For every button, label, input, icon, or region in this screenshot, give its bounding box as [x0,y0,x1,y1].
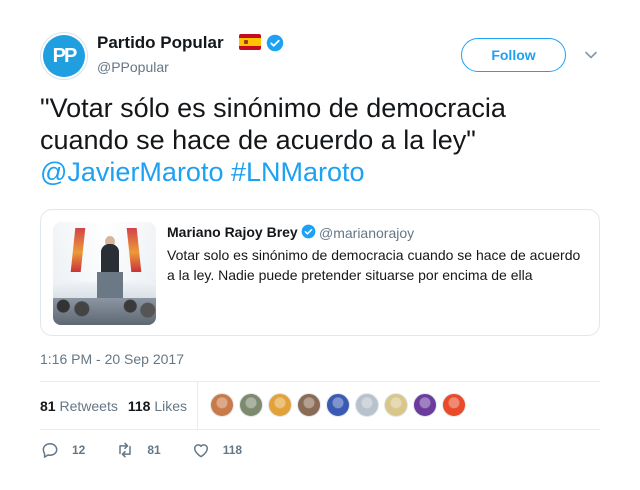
tweet-line: cuando se hace de acuerdo a la ley" [40,125,476,155]
quoted-tweet[interactable]: Mariano Rajoy Brey @marianorajoy Votar s… [40,209,600,336]
author-avatar[interactable]: PP [40,32,88,80]
like-button[interactable]: 118 [191,440,242,460]
likes-label: Likes [154,397,187,414]
liker-avatar[interactable] [268,393,292,417]
quoted-tweet-text: Votar solo es sinónimo de democracia cua… [167,247,581,283]
author-handle[interactable]: @PPopular [97,59,169,75]
retweets-stat[interactable]: 81 Retweets [40,398,118,414]
likes-stat[interactable]: 118 Likes [128,398,187,414]
retweets-count: 81 [40,397,56,414]
reply-icon [42,443,58,458]
pp-logo: PP [43,35,85,77]
liker-avatar[interactable] [442,393,466,417]
quoted-tweet-photo [53,222,156,325]
engagement-stats: 81 Retweets 118 Likes [40,382,600,429]
divider [40,429,600,430]
verified-badge-icon [301,224,316,239]
heart-icon [193,444,208,458]
tweet-timestamp[interactable]: 1:16 PM - 20 Sep 2017 [40,351,184,367]
tweet-text: "Votar sólo es sinónimo de democracia cu… [40,92,600,188]
tweet-line: "Votar sólo es sinónimo de democracia [40,93,506,123]
liker-avatar[interactable] [413,393,437,417]
retweets-label: Retweets [59,397,118,414]
follow-button[interactable]: Follow [461,38,566,72]
liker-avatar[interactable] [326,393,350,417]
retweet-button[interactable]: 81 [115,440,161,460]
reply-button[interactable]: 12 [40,440,85,460]
liker-avatar[interactable] [210,393,234,417]
divider [197,382,198,429]
verified-badge-icon [266,34,284,52]
like-count: 118 [222,443,243,457]
liker-avatar[interactable] [384,393,408,417]
spain-flag-icon [239,34,261,50]
liker-avatar[interactable] [297,393,321,417]
tweet-actions: 12 81 118 [40,440,272,460]
likes-count: 118 [127,397,151,414]
retweet-icon [119,442,132,458]
retweet-count: 81 [147,443,161,457]
quoted-author-handle[interactable]: @marianorajoy [319,225,414,241]
quoted-author-name[interactable]: Mariano Rajoy Brey [167,224,298,240]
chevron-down-icon[interactable] [584,48,598,62]
liker-avatar[interactable] [239,393,263,417]
reply-count: 12 [72,443,86,457]
author-name[interactable]: Partido Popular [97,33,224,53]
mention-link[interactable]: @JavierMaroto [40,157,223,187]
hashtag-link[interactable]: #LNMaroto [231,157,365,187]
liker-avatar[interactable] [355,393,379,417]
liker-avatars [210,393,471,417]
